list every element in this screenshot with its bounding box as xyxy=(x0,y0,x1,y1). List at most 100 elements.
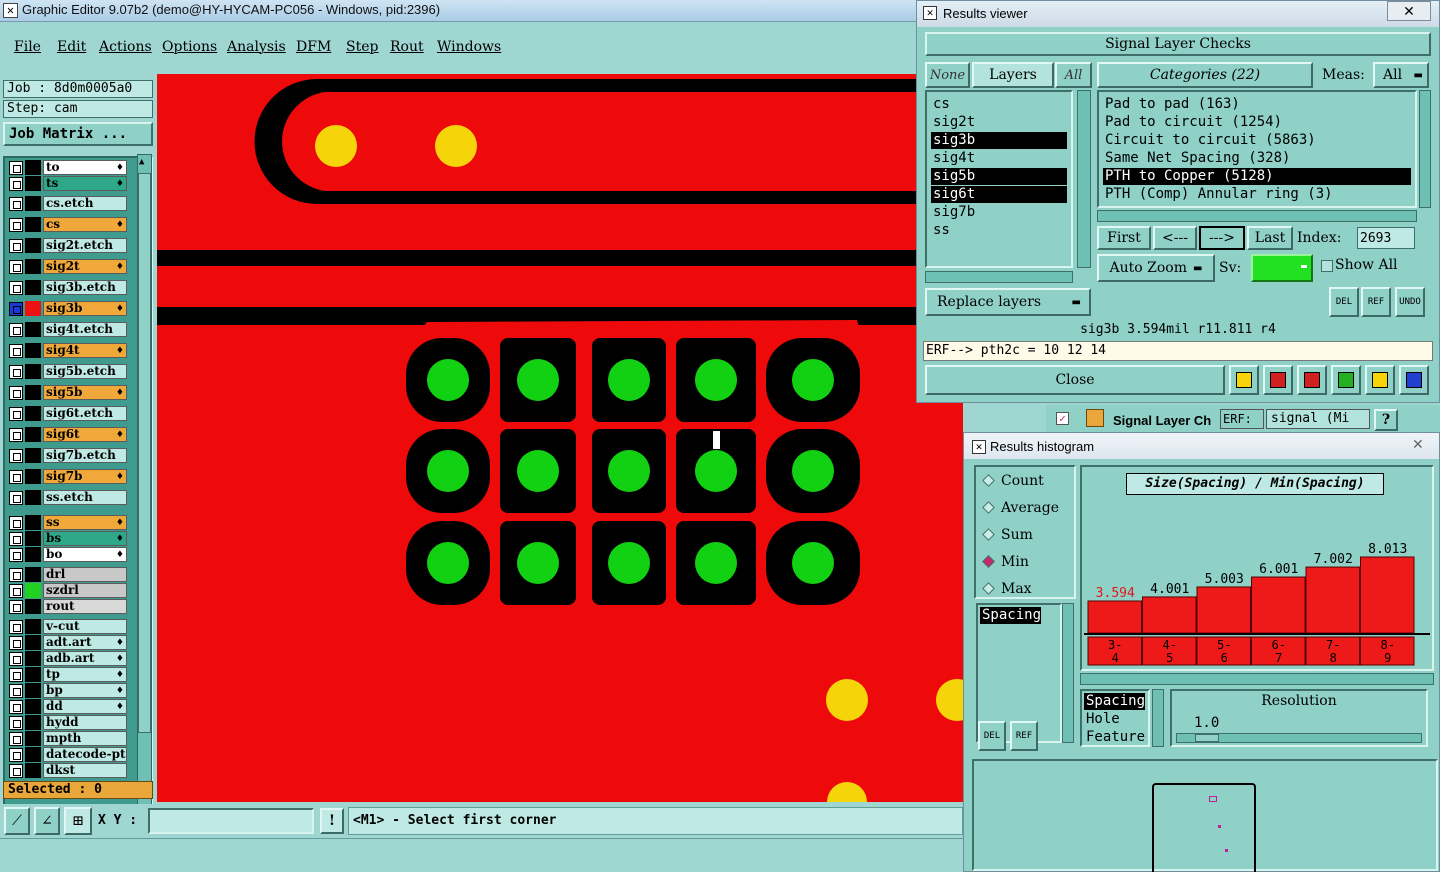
layer-color-swatch[interactable] xyxy=(25,567,41,582)
layer-color-swatch[interactable] xyxy=(25,322,41,337)
layer-color-swatch[interactable] xyxy=(25,531,41,546)
layer-row-sig7b.etch[interactable]: sig7b.etch xyxy=(7,448,127,463)
layer-checkbox[interactable] xyxy=(9,197,23,211)
layer-name[interactable]: sig2t ♦ xyxy=(43,259,127,274)
layer-name[interactable]: drl xyxy=(43,567,127,582)
layer-name[interactable]: ss.etch xyxy=(43,490,127,505)
checkbox-icon[interactable]: ✓ xyxy=(1056,412,1069,425)
layer-checkbox[interactable] xyxy=(9,568,23,582)
layer-row-bp[interactable]: bp ♦ xyxy=(7,683,127,698)
layer-color-swatch[interactable] xyxy=(25,515,41,530)
result-layer-item[interactable]: sig5b xyxy=(931,168,1067,185)
job-matrix-button[interactable]: Job Matrix ... xyxy=(3,122,153,146)
layer-row-ss.etch[interactable]: ss.etch xyxy=(7,490,127,505)
layer-checkbox[interactable] xyxy=(9,365,23,379)
index-input[interactable] xyxy=(1357,227,1415,249)
ref-button[interactable]: REF xyxy=(1361,287,1391,317)
layer-color-swatch[interactable] xyxy=(25,651,41,666)
layer-row-sig4t.etch[interactable]: sig4t.etch xyxy=(7,322,127,337)
layer-checkbox[interactable] xyxy=(9,532,23,546)
layer-name[interactable]: szdrl xyxy=(43,583,127,598)
scroll-up-icon[interactable]: ▲ xyxy=(139,157,144,167)
next-button[interactable]: ---> xyxy=(1199,226,1245,250)
category-item[interactable]: Pad to pad (163) xyxy=(1103,96,1411,113)
resolution-slider[interactable] xyxy=(1176,733,1422,743)
layer-name[interactable]: sig7b ♦ xyxy=(43,469,127,484)
layer-name[interactable]: adt.art ♦ xyxy=(43,635,127,650)
layer-checkbox[interactable] xyxy=(9,668,23,682)
layer-checkbox[interactable] xyxy=(9,177,23,191)
layer-up-button[interactable] xyxy=(1229,365,1259,395)
layer-row-ss[interactable]: ss ♦ xyxy=(7,515,127,530)
layer-checkbox[interactable] xyxy=(9,700,23,714)
layer-color-swatch[interactable] xyxy=(25,196,41,211)
layer-color-swatch[interactable] xyxy=(25,160,41,175)
prev-button[interactable]: <--- xyxy=(1153,226,1197,250)
alert-button[interactable]: ! xyxy=(320,808,344,834)
graphic-canvas[interactable] xyxy=(157,74,963,802)
layer-color-swatch[interactable] xyxy=(25,448,41,463)
category-item[interactable]: PTH to Copper (5128) xyxy=(1103,168,1411,185)
all-button[interactable]: All xyxy=(1055,62,1092,88)
mode-radio-average[interactable]: Average xyxy=(982,500,1059,516)
measure-tool-button[interactable]: ∠ xyxy=(34,807,60,835)
zoom-tool-button[interactable]: ⟋ xyxy=(4,807,30,835)
result-layer-item[interactable]: cs xyxy=(931,96,1067,113)
layer-color-swatch[interactable] xyxy=(25,259,41,274)
layer-checkbox[interactable] xyxy=(9,516,23,530)
layer-color-swatch[interactable] xyxy=(25,280,41,295)
layer-checkbox[interactable] xyxy=(9,218,23,232)
layer-checkbox[interactable] xyxy=(9,281,23,295)
layer-row-hydd[interactable]: hydd xyxy=(7,715,127,730)
layer-checkbox[interactable] xyxy=(9,732,23,746)
layer-color-swatch[interactable] xyxy=(25,385,41,400)
layer-checkbox[interactable] xyxy=(9,652,23,666)
layer-row-sig2t.etch[interactable]: sig2t.etch xyxy=(7,238,127,253)
layer-row-rout[interactable]: rout xyxy=(7,599,127,614)
layer-color-swatch[interactable] xyxy=(25,763,41,778)
layer-list-scrollbar[interactable] xyxy=(1077,90,1091,268)
close-button[interactable]: Close xyxy=(925,365,1225,395)
flag-button[interactable] xyxy=(1263,365,1293,395)
none-button[interactable]: None xyxy=(925,62,970,88)
layer-checkbox[interactable] xyxy=(9,161,23,175)
result-layer-item[interactable]: sig6t xyxy=(931,186,1067,203)
layer-color-swatch[interactable] xyxy=(25,635,41,650)
layer-name[interactable]: dkst xyxy=(43,763,127,778)
layer-row-dd[interactable]: dd ♦ xyxy=(7,699,127,714)
layer-color-swatch[interactable] xyxy=(25,747,41,762)
layer-checkbox[interactable] xyxy=(9,491,23,505)
layer-list-scrollbar[interactable]: ▲ ▼ xyxy=(137,154,152,851)
layer-checkbox[interactable] xyxy=(9,344,23,358)
mode-radio-count[interactable]: Count xyxy=(982,473,1044,489)
menu-windows[interactable]: Windows xyxy=(437,39,501,55)
layer-checkbox[interactable] xyxy=(9,548,23,562)
del-button[interactable]: DEL xyxy=(1329,287,1359,317)
layer-row-sig5b[interactable]: sig5b ♦ xyxy=(7,385,127,400)
layer-color-swatch[interactable] xyxy=(25,469,41,484)
hist-del-button[interactable]: DEL xyxy=(978,721,1006,751)
category-item[interactable]: PTH (Comp) Annular ring (3) xyxy=(1103,186,1411,203)
layer-checkbox[interactable] xyxy=(9,600,23,614)
layer-color-swatch[interactable] xyxy=(25,683,41,698)
layer-name[interactable]: sig5b ♦ xyxy=(43,385,127,400)
layer-color-swatch[interactable] xyxy=(25,427,41,442)
result-layer-item[interactable]: sig3b xyxy=(931,132,1067,149)
last-button[interactable]: Last xyxy=(1247,226,1293,250)
result-layer-item[interactable]: ss xyxy=(931,222,1067,239)
layer-name[interactable]: sig3b ♦ xyxy=(43,301,127,316)
layer-name[interactable]: sig3b.etch xyxy=(43,280,127,295)
pcb-drawing[interactable] xyxy=(157,74,963,802)
layer-row-sig4t[interactable]: sig4t ♦ xyxy=(7,343,127,358)
layer-name[interactable]: sig7b.etch xyxy=(43,448,127,463)
layer-row-bo[interactable]: bo ♦ xyxy=(7,547,127,562)
layer-color-swatch[interactable] xyxy=(25,217,41,232)
layer-row-sig2t[interactable]: sig2t ♦ xyxy=(7,259,127,274)
categories-hscroll[interactable] xyxy=(1097,210,1417,222)
xy-input[interactable] xyxy=(148,808,314,834)
layer-checkbox[interactable] xyxy=(9,764,23,778)
mode-radio-min[interactable]: Min xyxy=(982,554,1029,570)
layer-color-swatch[interactable] xyxy=(25,583,41,598)
layer-name[interactable]: rout xyxy=(43,599,127,614)
categories-scrollbar[interactable] xyxy=(1419,90,1431,208)
